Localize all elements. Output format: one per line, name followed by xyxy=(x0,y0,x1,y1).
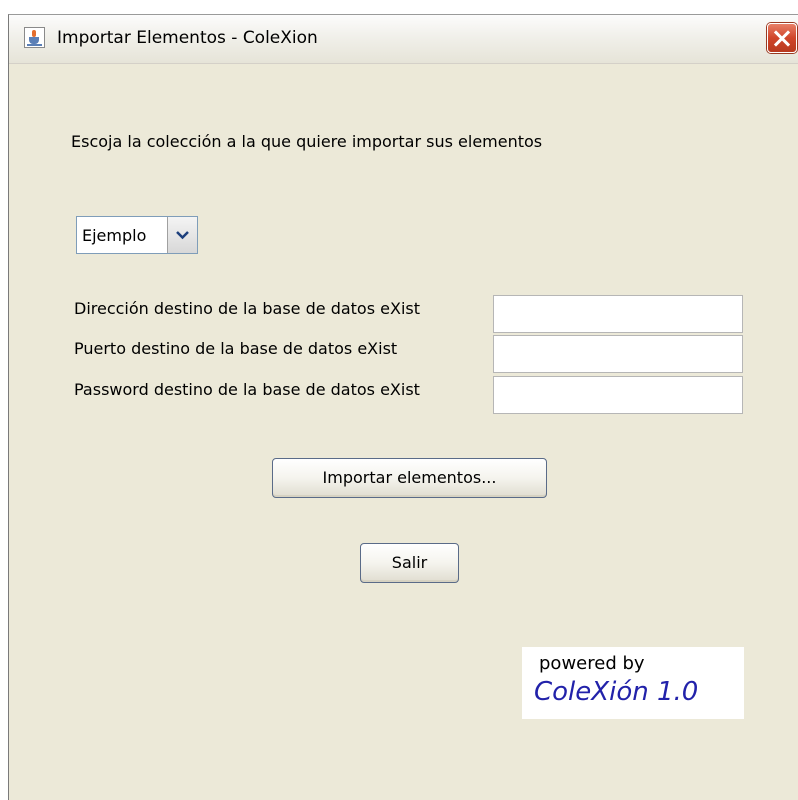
import-window: Importar Elementos - ColeXion Escoja la … xyxy=(8,14,798,800)
powered-by-text: powered by xyxy=(539,653,645,674)
password-label: Password destino de la base de datos eXi… xyxy=(74,380,420,399)
address-label: Dirección destino de la base de datos eX… xyxy=(74,299,420,318)
instruction-text: Escoja la colección a la que quiere impo… xyxy=(71,132,543,151)
collection-select-dropdown-button[interactable] xyxy=(167,217,197,253)
close-button[interactable] xyxy=(767,23,797,53)
window-title: Importar Elementos - ColeXion xyxy=(57,28,318,48)
import-button-label: Importar elementos... xyxy=(322,468,497,487)
password-field[interactable] xyxy=(493,376,743,414)
powered-by-logo: powered by ColeXión 1.0 xyxy=(522,647,744,719)
title-bar: Importar Elementos - ColeXion xyxy=(9,15,798,64)
collection-select-value: Ejemplo xyxy=(82,226,147,245)
import-button[interactable]: Importar elementos... xyxy=(272,458,547,498)
address-field[interactable] xyxy=(493,295,743,333)
collection-select[interactable]: Ejemplo xyxy=(76,216,198,254)
chevron-down-icon xyxy=(176,231,189,240)
exit-button-label: Salir xyxy=(391,553,428,572)
product-name: ColeXión 1.0 xyxy=(534,677,699,707)
port-field[interactable] xyxy=(493,335,743,373)
port-label: Puerto destino de la base de datos eXist xyxy=(74,339,398,358)
exit-button[interactable]: Salir xyxy=(360,543,459,583)
java-cup-icon xyxy=(24,27,45,48)
